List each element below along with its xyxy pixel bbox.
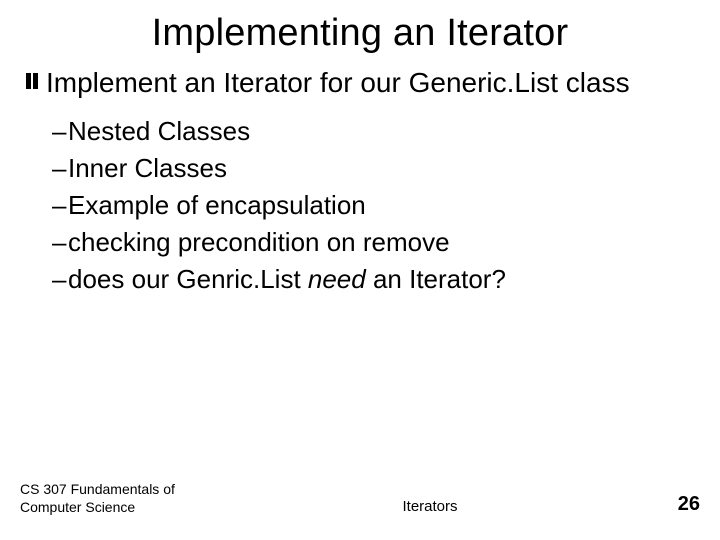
bullet-marker-icon — [26, 71, 40, 91]
footer-topic: Iterators — [200, 498, 660, 516]
sub-bullet-text: Inner Classes — [68, 153, 227, 183]
sub-bullet-prefix: does our Genric.List — [68, 264, 308, 294]
sub-bullet: –Inner Classes — [52, 151, 700, 186]
sub-bullet-emph: need — [308, 264, 366, 294]
sub-bullet-list: –Nested Classes –Inner Classes –Example … — [26, 114, 700, 297]
main-bullet: Implement an Iterator for our Generic.Li… — [26, 65, 700, 100]
sub-bullet: –Example of encapsulation — [52, 188, 700, 223]
footer-course: CS 307 Fundamentals of Computer Science — [20, 481, 200, 516]
sub-bullet: –does our Genric.List need an Iterator? — [52, 262, 700, 297]
slide: Implementing an Iterator Implement an It… — [0, 0, 720, 540]
sub-bullet-text: Nested Classes — [68, 116, 250, 146]
sub-bullet-text: checking precondition on remove — [68, 227, 450, 257]
sub-bullet: –checking precondition on remove — [52, 225, 700, 260]
page-number: 26 — [660, 493, 700, 516]
sub-bullet-text: Example of encapsulation — [68, 190, 366, 220]
slide-body: Implement an Iterator for our Generic.Li… — [20, 65, 700, 297]
slide-footer: CS 307 Fundamentals of Computer Science … — [20, 481, 700, 516]
main-bullet-text: Implement an Iterator for our Generic.Li… — [46, 65, 630, 100]
slide-title: Implementing an Iterator — [20, 12, 700, 55]
sub-bullet-suffix: an Iterator? — [366, 264, 506, 294]
sub-bullet: –Nested Classes — [52, 114, 700, 149]
